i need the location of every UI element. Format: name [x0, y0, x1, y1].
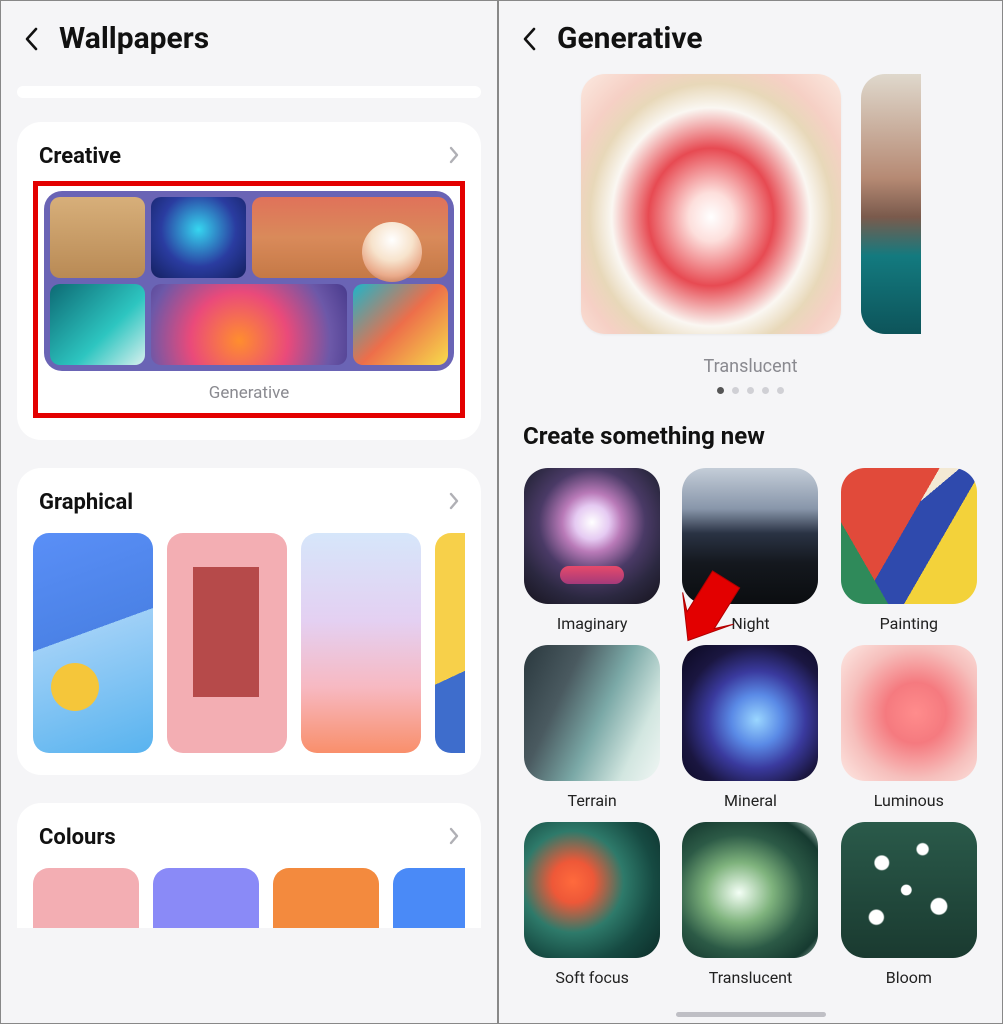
category-thumb — [682, 468, 818, 604]
creative-section: Creative Generative — [17, 122, 481, 440]
preview-caption: Translucent — [499, 344, 1002, 387]
back-button[interactable] — [19, 27, 43, 51]
chevron-right-icon — [449, 492, 459, 514]
top-card-sliver — [17, 86, 481, 98]
category-thumb — [682, 645, 818, 781]
category-bloom[interactable]: Bloom — [838, 822, 980, 987]
gen-tile-fragment — [353, 284, 448, 365]
category-thumb — [682, 822, 818, 958]
page-title-right: Generative — [557, 21, 703, 56]
dual-phone-screenshot: Wallpapers Creative Generati — [0, 0, 1003, 1024]
category-label: Luminous — [874, 791, 944, 810]
colour-swatch[interactable] — [33, 868, 139, 928]
chevron-right-icon — [449, 146, 459, 168]
category-painting[interactable]: Painting — [838, 468, 980, 633]
wallpaper-thumb[interactable] — [33, 533, 153, 753]
category-thumb — [524, 822, 660, 958]
preview-image-main[interactable] — [581, 74, 841, 334]
header-left: Wallpapers — [1, 1, 497, 86]
colour-swatch[interactable] — [393, 868, 465, 928]
create-heading: Create something new — [499, 416, 1002, 468]
category-thumb — [524, 645, 660, 781]
gen-tile-fragment — [252, 197, 448, 278]
back-button[interactable] — [517, 27, 541, 51]
right-phone-pane: Generative Translucent Create something … — [499, 1, 1002, 1023]
back-icon — [24, 27, 38, 51]
category-grid: Imaginary Night Painting Terrain Mineral Lumi… — [499, 468, 1002, 987]
creative-header[interactable]: Creative — [33, 140, 465, 187]
category-thumb — [841, 645, 977, 781]
category-translucent[interactable]: Translucent — [679, 822, 821, 987]
carousel-dot[interactable] — [777, 387, 784, 394]
carousel-dots[interactable] — [499, 387, 1002, 416]
colours-header[interactable]: Colours — [33, 821, 465, 868]
colours-heading: Colours — [39, 825, 116, 850]
gen-tile-fragment — [50, 197, 145, 278]
category-luminous[interactable]: Luminous — [838, 645, 980, 810]
colour-swatch[interactable] — [153, 868, 259, 928]
category-terrain[interactable]: Terrain — [521, 645, 663, 810]
graphical-section: Graphical — [17, 468, 481, 775]
category-thumb — [841, 468, 977, 604]
colour-swatch[interactable] — [273, 868, 379, 928]
generative-tile-caption: Generative — [44, 371, 454, 403]
category-label: Bloom — [886, 968, 932, 987]
colour-swatch-row[interactable] — [33, 868, 465, 928]
carousel-dot[interactable] — [717, 387, 724, 394]
category-thumb — [524, 468, 660, 604]
carousel-dot[interactable] — [747, 387, 754, 394]
category-label: Soft focus — [555, 968, 629, 987]
category-mineral[interactable]: Mineral — [679, 645, 821, 810]
wallpaper-thumb[interactable] — [167, 533, 287, 753]
back-icon — [522, 27, 536, 51]
category-label: Painting — [880, 614, 938, 633]
category-label: Night — [731, 614, 769, 633]
graphical-header[interactable]: Graphical — [33, 486, 465, 533]
annotation-highlight-box: Generative — [33, 181, 465, 418]
gen-tile-fragment — [50, 284, 145, 365]
preview-image-next[interactable] — [861, 74, 921, 334]
category-imaginary[interactable]: Imaginary — [521, 468, 663, 633]
category-softfocus[interactable]: Soft focus — [521, 822, 663, 987]
gen-tile-fragment — [151, 284, 347, 365]
category-thumb — [841, 822, 977, 958]
gesture-bar[interactable] — [676, 1012, 826, 1017]
generative-tile[interactable] — [44, 191, 454, 371]
category-label: Mineral — [724, 791, 777, 810]
wallpaper-thumb[interactable] — [301, 533, 421, 753]
wallpaper-thumb[interactable] — [435, 533, 465, 753]
category-label: Imaginary — [557, 614, 628, 633]
graphical-wallpaper-row[interactable] — [33, 533, 465, 753]
category-label: Translucent — [709, 968, 793, 987]
header-right: Generative — [499, 1, 1002, 64]
preview-carousel[interactable] — [499, 64, 1002, 344]
graphical-heading: Graphical — [39, 490, 133, 515]
carousel-dot[interactable] — [732, 387, 739, 394]
chevron-right-icon — [449, 827, 459, 849]
category-night[interactable]: Night — [679, 468, 821, 633]
colours-section: Colours — [17, 803, 481, 928]
creative-heading: Creative — [39, 144, 121, 169]
gen-tile-fragment — [151, 197, 246, 278]
page-title-left: Wallpapers — [59, 21, 209, 56]
carousel-dot[interactable] — [762, 387, 769, 394]
category-label: Terrain — [568, 791, 617, 810]
left-phone-pane: Wallpapers Creative Generati — [1, 1, 499, 1023]
